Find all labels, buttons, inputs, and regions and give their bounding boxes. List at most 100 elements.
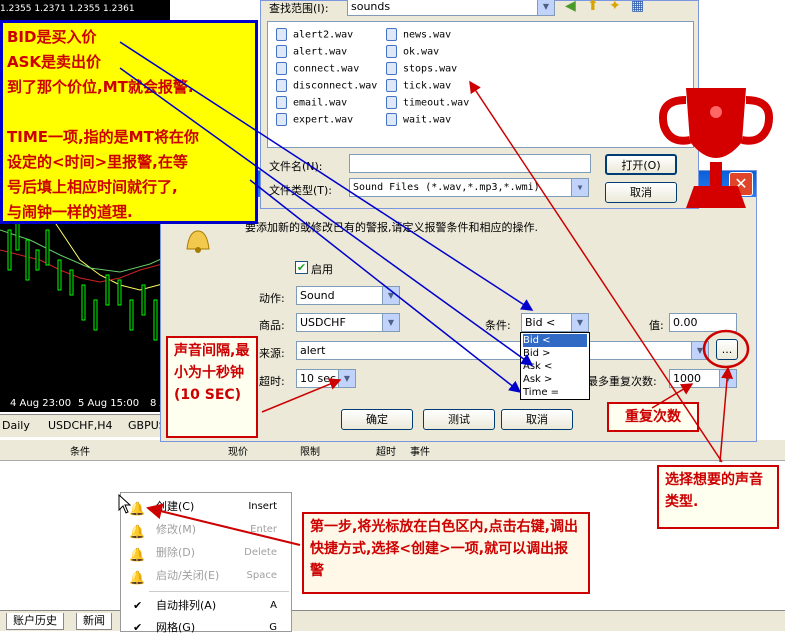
chevron-down-icon[interactable]: ▼ — [537, 0, 554, 15]
filetype-select[interactable]: Sound Files (*.wav,*.mp3,*.wmi) ▼ — [349, 178, 589, 197]
menu-item-auto-arrange[interactable]: ✔ 自动排列(A) A — [121, 595, 291, 617]
menu-item-create[interactable]: 🔔 创建(C) Insert — [121, 496, 291, 518]
file-name: email.wav — [293, 97, 348, 109]
ohlc-readout: 1.2355 1.2371 1.2355 1.2361 — [0, 4, 135, 14]
source-label: 来源: — [259, 347, 285, 360]
max-repeat-value: 1000 — [673, 372, 701, 385]
file-name: disconnect.wav — [293, 80, 378, 92]
value-label: 值: — [649, 319, 664, 332]
note-line: TIME一项,指的是MT将在你 — [7, 128, 199, 146]
bell-remove-icon: 🔔 — [129, 548, 146, 563]
cancel-button[interactable]: 取消 — [501, 409, 573, 430]
back-icon[interactable]: ◀ — [565, 0, 576, 14]
menu-item-delete[interactable]: 🔔 删除(D) Delete — [121, 542, 291, 564]
sound-file-icon — [276, 113, 287, 126]
note-line: 与闹钟一样的道理. — [7, 203, 133, 221]
timeout-select[interactable]: 10 sec ▼ — [296, 369, 356, 388]
file-item[interactable]: ok.wav — [386, 45, 439, 58]
file-list: alert2.wav alert.wav connect.wav disconnect… — [267, 21, 694, 148]
menu-item-toggle[interactable]: 🔔 启动/关闭(E) Space — [121, 565, 291, 587]
condition-value: Bid < — [525, 316, 556, 329]
chevron-down-icon[interactable]: ▼ — [691, 342, 708, 359]
terminal-tab-strip: 账户历史 新闻 — [0, 610, 785, 631]
max-repeat-label: 最多重复次数: — [587, 375, 657, 388]
condition-dropdown-list: Bid < Bid > Ask < Ask > Time = — [520, 332, 590, 400]
chevron-down-icon[interactable]: ▼ — [571, 314, 588, 331]
file-item[interactable]: news.wav — [386, 28, 451, 41]
chart-tab[interactable]: Daily — [2, 419, 30, 432]
menu-item-label: 自动排列(A) — [156, 599, 217, 612]
choose-sound-note: 选择想要的声音类型. — [657, 465, 779, 529]
column-header[interactable]: 超时 — [376, 443, 396, 458]
condition-select[interactable]: Bid < ▼ — [521, 313, 589, 332]
source-select[interactable]: alert ▼ — [296, 341, 709, 360]
file-item[interactable]: expert.wav — [276, 113, 353, 126]
condition-option[interactable]: Bid < — [523, 334, 587, 347]
dialog-description: 要添加新的或修改已有的警报,请定义报警条件和相应的操作. — [245, 221, 538, 234]
menu-item-modify[interactable]: 🔔 修改(M) Enter — [121, 519, 291, 541]
condition-label: 条件: — [485, 319, 511, 332]
chevron-down-icon[interactable]: ▼ — [382, 287, 399, 304]
new-folder-icon[interactable]: ✦ — [609, 0, 621, 14]
time-axis: 4 Aug 23:00 5 Aug 15:00 8 A — [0, 396, 170, 412]
chevron-down-icon[interactable]: ▼ — [382, 314, 399, 331]
file-item[interactable]: timeout.wav — [386, 96, 469, 109]
menu-divider — [149, 591, 289, 592]
file-item[interactable]: wait.wav — [386, 113, 451, 126]
column-header[interactable]: 事件 — [410, 443, 430, 458]
condition-option[interactable]: Ask > — [523, 373, 587, 386]
lookin-select[interactable]: sounds ▼ — [347, 0, 555, 16]
filetype-label: 文件类型(T): — [269, 184, 333, 197]
tab-account-history[interactable]: 账户历史 — [6, 613, 64, 630]
max-repeat-select[interactable]: 1000 ▼ — [669, 369, 737, 388]
lookin-value: sounds — [351, 0, 391, 13]
browse-button[interactable]: ... — [716, 339, 738, 360]
tab-news[interactable]: 新闻 — [76, 613, 112, 630]
file-name: news.wav — [403, 29, 452, 41]
column-header[interactable]: 现价 — [228, 443, 248, 458]
check-icon: ✔ — [133, 599, 143, 612]
context-menu: 🔔 创建(C) Insert 🔔 修改(M) Enter 🔔 删除(D) Del… — [120, 492, 292, 634]
menu-item-shortcut: A — [270, 600, 277, 611]
mouse-cursor-icon — [118, 494, 132, 514]
file-name: timeout.wav — [403, 97, 470, 109]
value-field[interactable]: 0.00 — [669, 313, 737, 332]
menu-item-shortcut: Delete — [244, 547, 277, 558]
file-item[interactable]: email.wav — [276, 96, 347, 109]
file-item[interactable]: tick.wav — [386, 79, 451, 92]
filename-input[interactable] — [349, 154, 591, 173]
up-folder-icon[interactable]: ⬆ — [587, 0, 599, 14]
menu-item-shortcut: Space — [246, 570, 277, 581]
menu-item-grid[interactable]: ✔ 网格(G) G — [121, 617, 291, 639]
note-line: 到了那个价位,MT就会报警. — [7, 78, 194, 96]
condition-option[interactable]: Bid > — [523, 347, 587, 360]
enable-checkbox[interactable]: ✔ — [295, 261, 308, 274]
test-button[interactable]: 测试 — [423, 409, 495, 430]
column-header[interactable]: 条件 — [70, 443, 90, 458]
file-item[interactable]: disconnect.wav — [276, 79, 377, 92]
file-item[interactable]: alert2.wav — [276, 28, 353, 41]
ok-button[interactable]: 确定 — [341, 409, 413, 430]
chevron-down-icon[interactable]: ▼ — [719, 370, 736, 387]
menu-item-shortcut: Insert — [248, 501, 277, 512]
action-value: Sound — [300, 289, 335, 302]
filetype-value: Sound Files (*.wav,*.mp3,*.wmi) — [353, 182, 540, 193]
filename-label: 文件名(N): — [269, 160, 323, 173]
symbol-value: USDCHF — [300, 316, 346, 329]
alerts-table-header: 条件 现价 限制 超时 事件 — [0, 440, 785, 461]
timeout-value: 10 sec — [300, 372, 337, 385]
file-item[interactable]: alert.wav — [276, 45, 347, 58]
action-select[interactable]: Sound ▼ — [296, 286, 400, 305]
chart-tab[interactable]: USDCHF,H4 — [48, 419, 113, 432]
view-menu-icon[interactable]: ▦ — [631, 0, 644, 14]
symbol-select[interactable]: USDCHF ▼ — [296, 313, 400, 332]
condition-option[interactable]: Time = — [523, 386, 587, 399]
file-item[interactable]: stops.wav — [386, 62, 457, 75]
column-header[interactable]: 限制 — [300, 443, 320, 458]
file-item[interactable]: connect.wav — [276, 62, 359, 75]
sound-file-icon — [386, 113, 397, 126]
condition-option[interactable]: Ask < — [523, 360, 587, 373]
chevron-down-icon[interactable]: ▼ — [338, 370, 355, 387]
chevron-down-icon[interactable]: ▼ — [571, 179, 588, 196]
bell-icon — [181, 227, 215, 253]
